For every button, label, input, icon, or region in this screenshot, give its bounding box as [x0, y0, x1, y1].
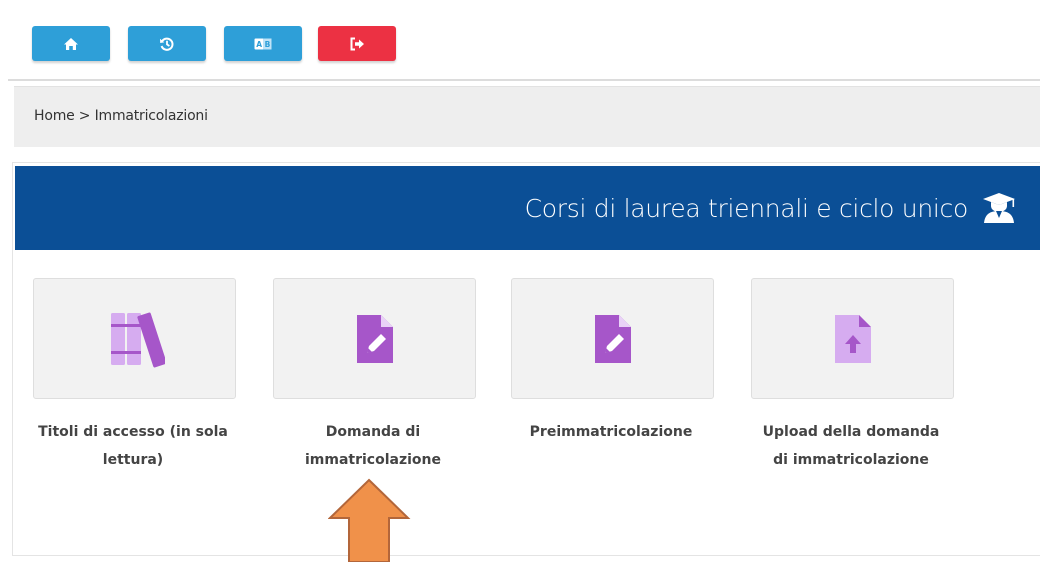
tile-titoli-di-accesso[interactable] — [33, 278, 236, 399]
tile-label-titoli-di-accesso[interactable]: Titoli di accesso (in sola lettura) — [13, 418, 253, 474]
history-icon — [160, 37, 174, 51]
section-title: Corsi di laurea triennali e ciclo unico — [524, 194, 969, 223]
annotation-arrow-up-icon — [328, 478, 411, 562]
svg-text:B: B — [265, 40, 271, 49]
language-icon: A B — [254, 38, 272, 49]
tile-label-domanda-di-immatricolazione[interactable]: Domanda di immatricolazione — [253, 418, 493, 474]
breadcrumb-current: Immatricolazioni — [94, 108, 208, 124]
tile-preimmatricolazione[interactable] — [511, 278, 714, 399]
breadcrumb: Home > Immatricolazioni — [14, 86, 1040, 147]
books-icon — [110, 312, 165, 367]
breadcrumb-trail: Home > Immatricolazioni — [34, 108, 208, 124]
file-edit-icon — [594, 314, 631, 363]
tile-domanda-di-immatricolazione[interactable] — [273, 278, 476, 399]
home-icon — [64, 37, 78, 50]
home-button[interactable] — [32, 26, 110, 61]
sign-out-icon — [350, 37, 364, 50]
svg-text:A: A — [256, 40, 262, 49]
top-toolbar: A B — [0, 0, 1040, 78]
language-button[interactable]: A B — [224, 26, 302, 61]
breadcrumb-home-link[interactable]: Home — [34, 108, 75, 124]
graduate-icon — [983, 193, 1015, 223]
file-edit-icon — [356, 314, 393, 363]
history-button[interactable] — [128, 26, 206, 61]
tile-label-preimmatricolazione[interactable]: Preimmatricolazione — [491, 418, 731, 446]
tile-label-upload-domanda[interactable]: Upload della domanda di immatricolazione — [731, 418, 971, 474]
toolbar-divider — [8, 79, 1040, 81]
breadcrumb-separator: > — [74, 108, 95, 124]
tile-upload-domanda[interactable] — [751, 278, 954, 399]
logout-button[interactable] — [318, 26, 396, 61]
section-header: Corsi di laurea triennali e ciclo unico — [15, 166, 1040, 250]
file-upload-icon — [834, 314, 871, 363]
